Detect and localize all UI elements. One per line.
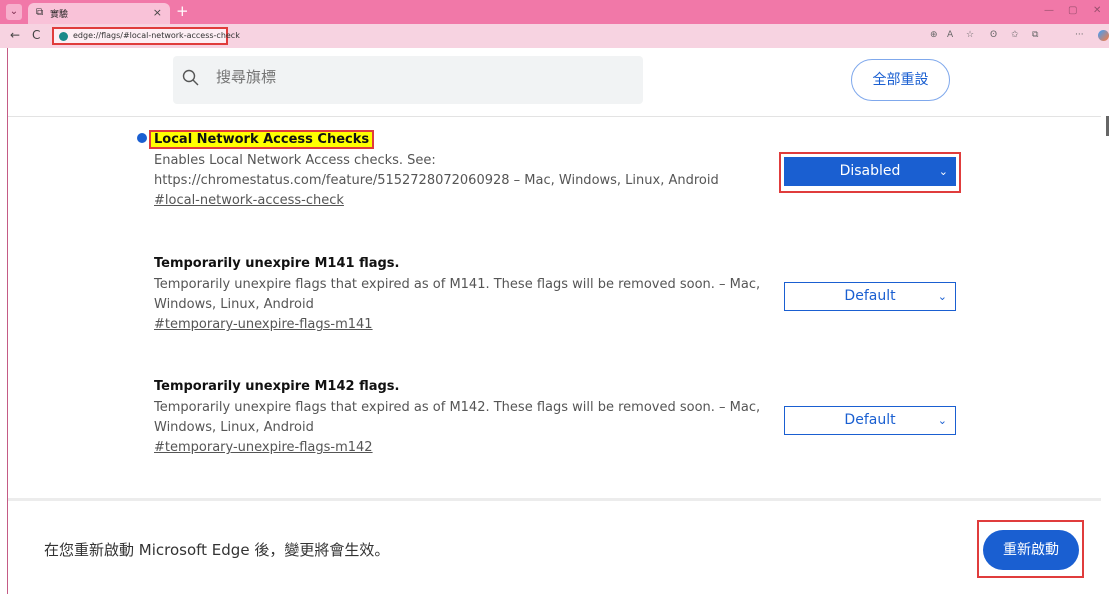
edge-logo-icon [59,32,68,41]
tab-experiments[interactable]: ⧉ 實驗 × [28,3,170,24]
modified-indicator-icon [137,133,147,143]
flag-item-local-network-access: Local Network Access Checks Enables Loca… [148,128,774,208]
select-value: Default [844,288,896,304]
flag-select-unexpire-m142[interactable]: Default ⌄ [784,406,956,435]
flask-icon: ⧉ [36,7,44,18]
url-text: edge://flags/#local-network-access-check [73,31,240,40]
flag-description: Temporarily unexpire flags that expired … [154,400,761,435]
flag-anchor-link[interactable]: #temporary-unexpire-flags-m142 [154,440,774,455]
reload-icon[interactable]: C [32,28,40,42]
address-bar: ← C edge://flags/#local-network-access-c… [0,24,1109,48]
maximize-icon[interactable]: ▢ [1068,5,1077,16]
chevron-down-icon: ⌄ [938,165,948,178]
scrollbar-thumb[interactable] [1101,116,1109,136]
title-bar: ⌄ ⧉ 實驗 × + — ▢ ✕ [0,0,1109,24]
chevron-down-icon: ⌄ [937,414,947,427]
relaunch-button[interactable]: 重新啟動 [983,530,1079,570]
restart-notice: 在您重新啟動 Microsoft Edge 後，變更將會生效。 [44,541,390,559]
flag-description: Temporarily unexpire flags that expired … [154,277,761,312]
flag-description: Enables Local Network Access checks. See… [154,153,719,188]
window-border [7,48,8,594]
favorites-icon[interactable]: ✩ [1011,30,1019,40]
flag-title: Temporarily unexpire M141 flags. [154,256,400,271]
favorite-star-icon[interactable]: ☆ [966,30,974,40]
tab-actions-menu-icon[interactable]: ⌄ [6,4,22,20]
minimize-icon[interactable]: — [1044,5,1054,16]
flag-title: Local Network Access Checks [148,128,774,149]
copilot-icon[interactable] [1098,30,1109,41]
collections-icon[interactable]: ⧉ [1032,30,1038,40]
flag-title-text: Local Network Access Checks [148,130,375,149]
read-aloud-icon[interactable]: A [947,30,953,40]
more-menu-icon[interactable]: ··· [1075,30,1084,40]
flag-title: Temporarily unexpire M142 flags. [154,379,400,394]
reset-all-button[interactable]: 全部重設 [851,59,950,101]
close-tab-icon[interactable]: × [153,6,162,19]
search-icon [182,69,199,86]
back-icon[interactable]: ← [10,28,20,42]
select-value: Default [844,412,896,428]
footer-divider [8,498,1101,501]
select-value: Disabled [839,163,901,179]
search-flags-box[interactable] [173,56,643,104]
flag-anchor-link[interactable]: #local-network-access-check [154,193,774,208]
flag-anchor-link[interactable]: #temporary-unexpire-flags-m141 [154,317,774,332]
flag-item-unexpire-m142: Temporarily unexpire M142 flags. Tempora… [154,379,774,455]
chevron-down-icon: ⌄ [937,290,947,303]
header-divider [8,116,1101,117]
new-tab-icon[interactable]: + [176,2,189,20]
flag-select-unexpire-m141[interactable]: Default ⌄ [784,282,956,311]
tab-title: 實驗 [50,10,69,20]
zoom-icon[interactable]: ⊕ [930,30,938,40]
url-field[interactable]: edge://flags/#local-network-access-check [52,27,240,45]
extensions-icon[interactable]: ʘ [990,30,997,40]
flag-item-unexpire-m141: Temporarily unexpire M141 flags. Tempora… [154,256,774,332]
flag-select-local-network-access[interactable]: Disabled ⌄ [784,157,956,186]
search-input[interactable] [216,69,415,86]
close-window-icon[interactable]: ✕ [1093,5,1101,16]
